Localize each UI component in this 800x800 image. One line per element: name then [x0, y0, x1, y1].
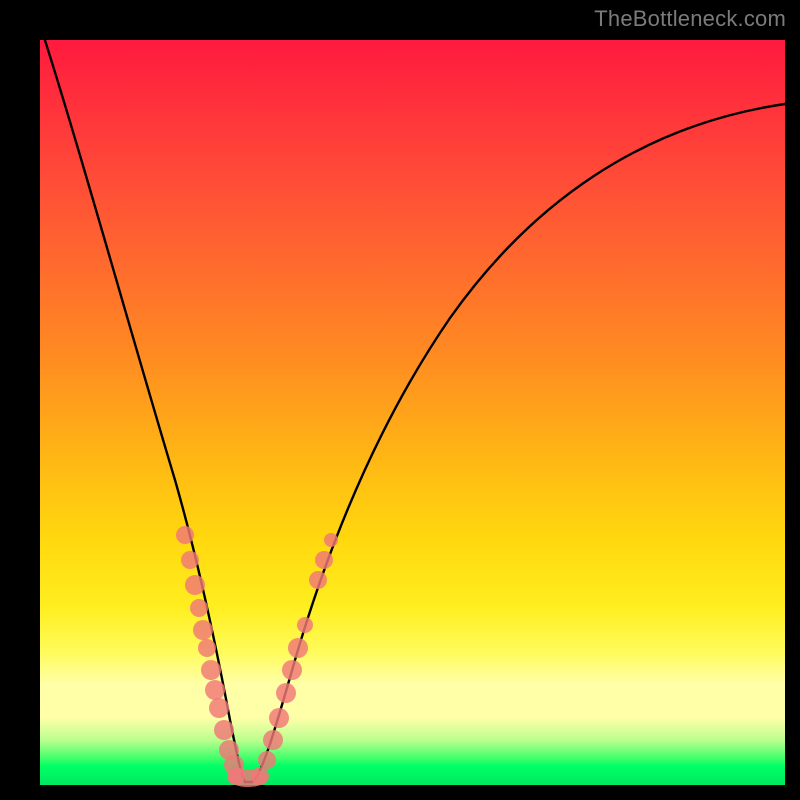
watermark-text: TheBottleneck.com [594, 6, 786, 32]
sample-dot [209, 698, 229, 718]
sample-dot [181, 551, 199, 569]
sample-dot [324, 533, 338, 547]
sample-dot [227, 767, 245, 785]
bottleneck-curve [43, 34, 785, 782]
sample-dot [201, 660, 221, 680]
sample-dot [251, 767, 269, 785]
sample-dot [205, 680, 225, 700]
chart-frame: TheBottleneck.com [0, 0, 800, 800]
chart-svg [40, 40, 785, 785]
sample-dot [288, 638, 308, 658]
sample-dot [276, 683, 296, 703]
sample-dot [309, 571, 327, 589]
sample-dot [315, 551, 333, 569]
sample-dot [297, 617, 313, 633]
sample-dot [269, 708, 289, 728]
sample-dot [193, 620, 213, 640]
sample-dot [190, 599, 208, 617]
sample-dot [185, 575, 205, 595]
sample-dot [263, 730, 283, 750]
sample-dot [258, 751, 276, 769]
sample-dot [176, 526, 194, 544]
sample-dot [198, 639, 216, 657]
sample-dot [214, 720, 234, 740]
sample-dot [282, 660, 302, 680]
